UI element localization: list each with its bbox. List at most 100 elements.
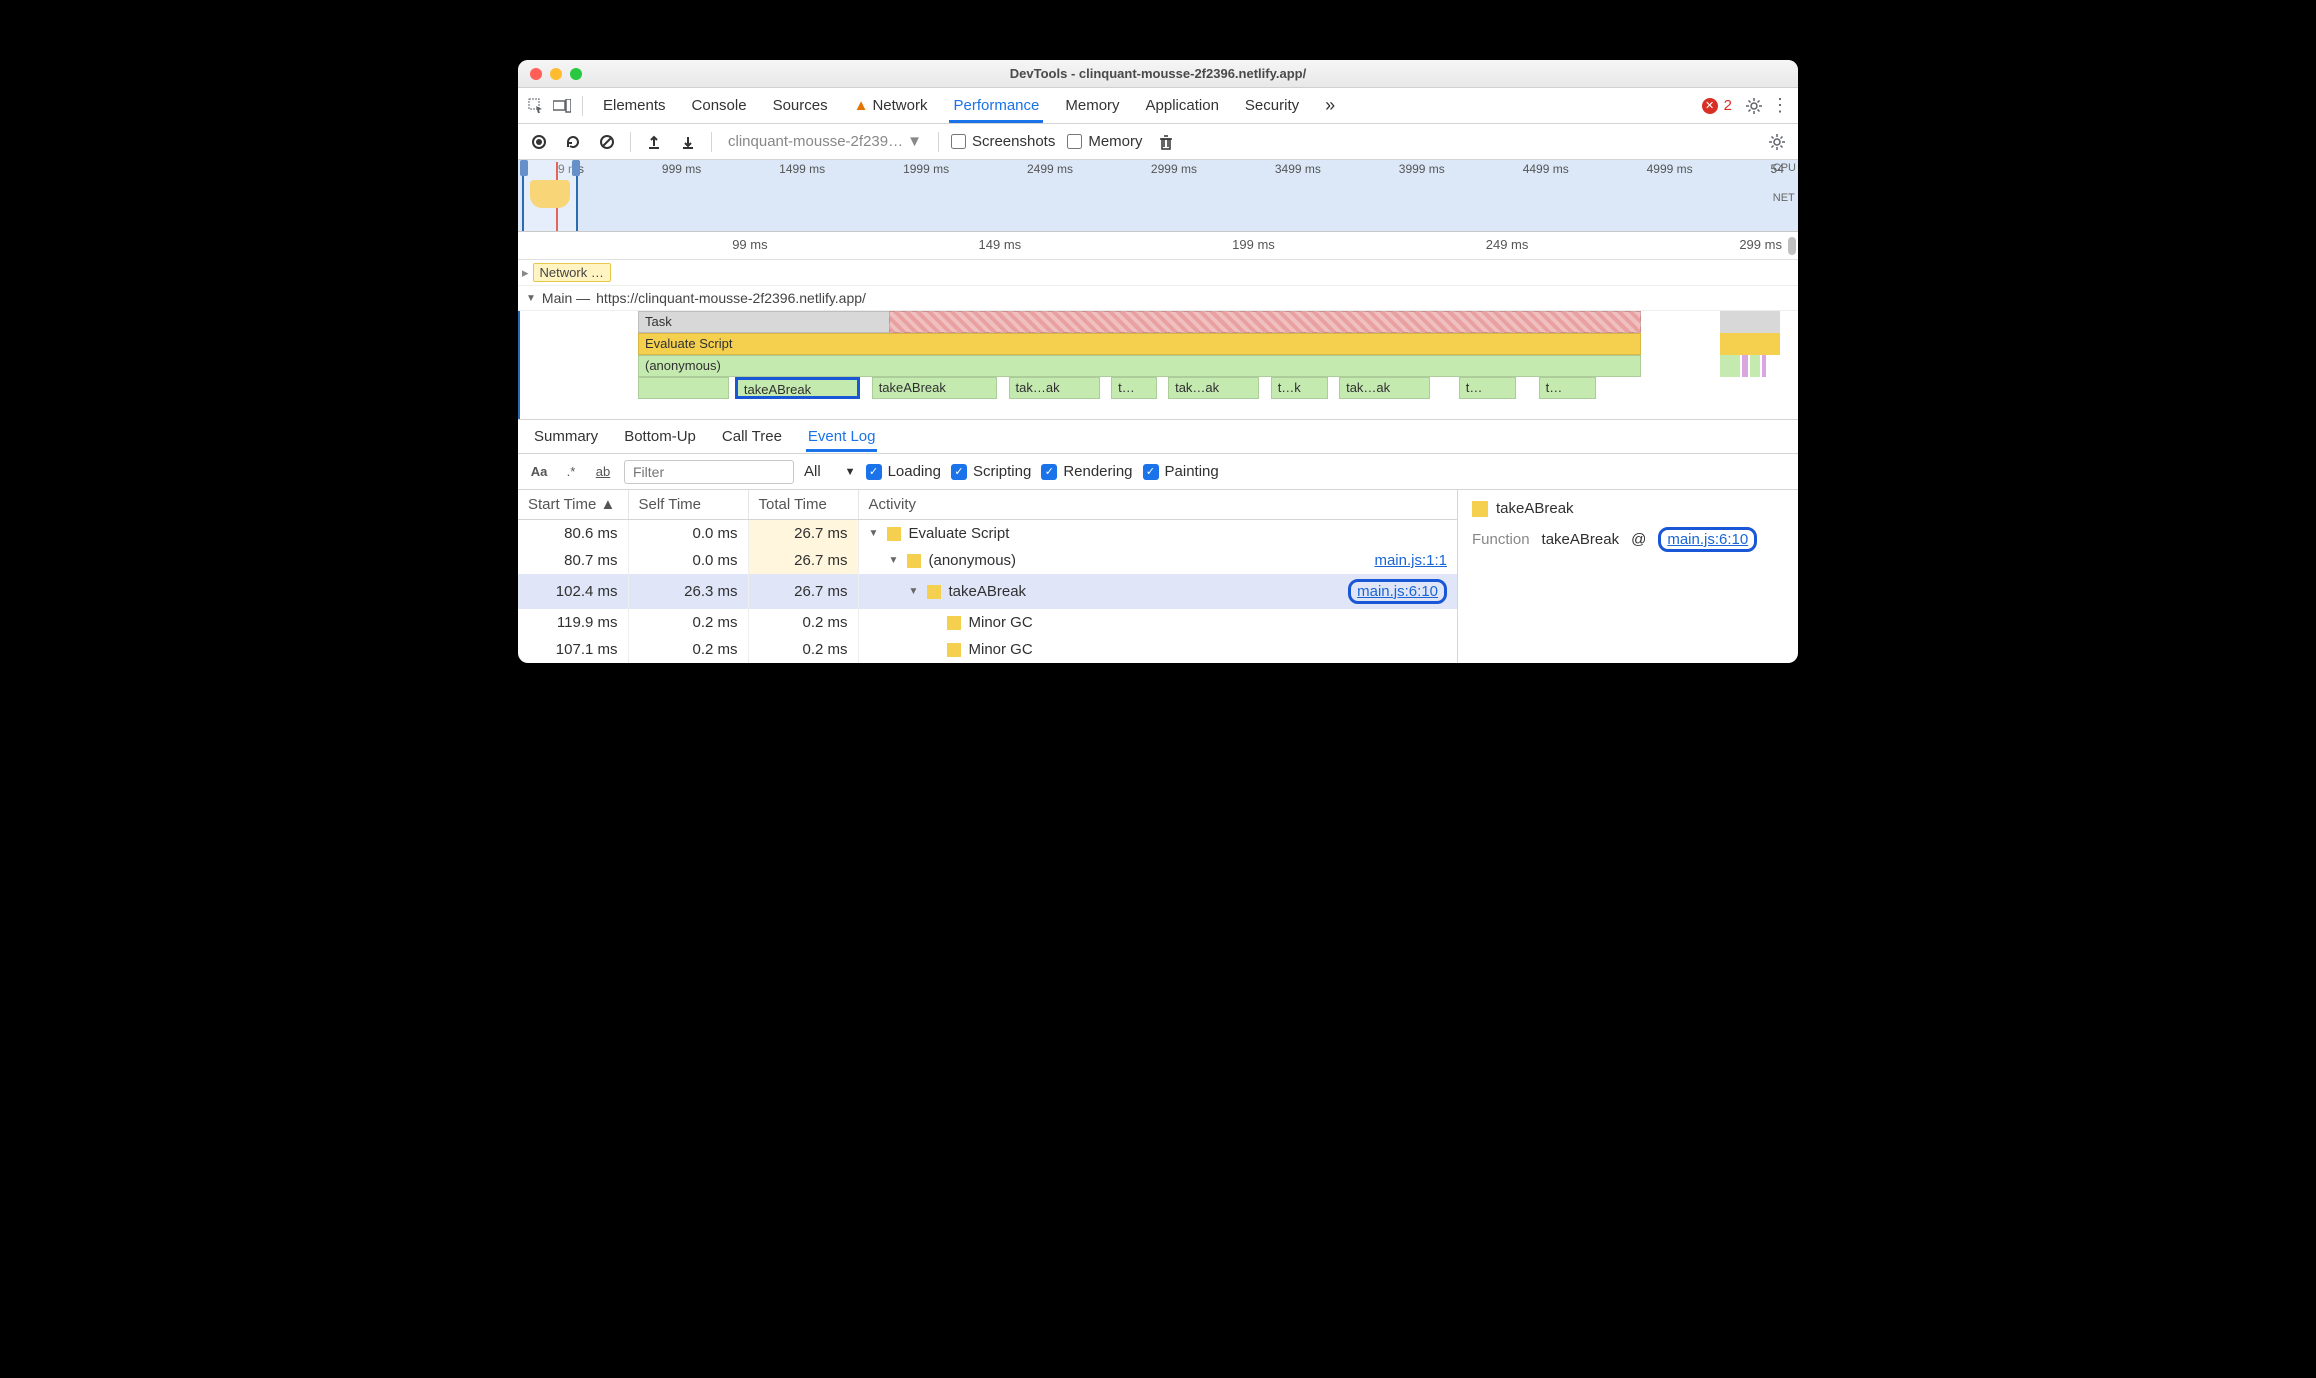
detail-timeline[interactable]: 99 ms149 ms199 ms249 ms299 ms [518, 232, 1798, 260]
flame-call-selected[interactable]: takeABreak [735, 377, 860, 399]
flame-call[interactable]: takeABreak [872, 377, 997, 399]
selection-handle-right[interactable] [572, 160, 580, 176]
selection-handle-left[interactable] [520, 160, 528, 176]
chevron-down-icon: ▼ [845, 466, 856, 478]
activity-color-icon [907, 554, 921, 568]
flame-chart[interactable]: Task Evaluate Script (anonymous) takeABr… [518, 311, 1798, 420]
filter-scripting[interactable]: ✓Scripting [951, 463, 1031, 480]
screenshots-checkbox[interactable]: Screenshots [951, 133, 1055, 150]
clear-icon[interactable] [596, 131, 618, 153]
memory-checkbox[interactable]: Memory [1067, 133, 1142, 150]
function-source-link[interactable]: main.js:6:10 [1658, 527, 1757, 552]
titlebar: DevTools - clinquant-mousse-2f2396.netli… [518, 60, 1798, 88]
table-row[interactable]: 80.7 ms0.0 ms26.7 ms▼(anonymous)main.js:… [518, 547, 1457, 574]
case-icon[interactable]: Aa [528, 464, 550, 479]
tabs-overflow[interactable]: » [1313, 87, 1347, 124]
function-name: takeABreak [1542, 531, 1620, 548]
tab-console[interactable]: Console [680, 89, 759, 122]
tab-application[interactable]: Application [1134, 89, 1231, 122]
main-thread-header[interactable]: ▼ Main — https://clinquant-mousse-2f2396… [518, 286, 1798, 311]
expand-icon[interactable]: ▼ [889, 555, 899, 566]
tab-network[interactable]: ▲Network [842, 89, 940, 122]
flame-eval[interactable]: Evaluate Script [638, 333, 1641, 355]
flame-call[interactable]: tak…ak [1168, 377, 1259, 399]
flame-call[interactable]: tak…ak [1009, 377, 1100, 399]
filter-input[interactable] [624, 460, 794, 484]
zoom-icon[interactable] [570, 68, 582, 80]
regex-icon[interactable]: .* [560, 464, 582, 479]
error-count: 2 [1724, 97, 1732, 114]
dtab-summary[interactable]: Summary [532, 422, 600, 451]
wholeword-icon[interactable]: ab [592, 464, 614, 479]
at-symbol: @ [1631, 531, 1646, 548]
script-color-icon [1472, 501, 1488, 517]
expand-icon[interactable]: ▼ [869, 528, 879, 539]
tab-sources[interactable]: Sources [761, 89, 840, 122]
network-track[interactable]: ▸ Network … [518, 260, 1798, 286]
table-row[interactable]: 107.1 ms0.2 ms0.2 msMinor GC [518, 636, 1457, 663]
col-total[interactable]: Total Time [748, 490, 858, 520]
collapse-icon[interactable]: ▼ [526, 293, 536, 304]
source-link[interactable]: main.js:1:1 [1374, 552, 1447, 569]
close-icon[interactable] [530, 68, 542, 80]
tab-performance[interactable]: Performance [941, 89, 1051, 122]
filter-painting[interactable]: ✓Painting [1143, 463, 1219, 480]
filter-loading[interactable]: ✓Loading [866, 463, 941, 480]
activity-label: takeABreak [949, 583, 1027, 600]
profile-select[interactable]: clinquant-mousse-2f239…▼ [724, 131, 926, 152]
flame-call[interactable]: t… [1539, 377, 1596, 399]
flame-anon[interactable]: (anonymous) [638, 355, 1641, 377]
detail-tabs: Summary Bottom-Up Call Tree Event Log [518, 420, 1798, 454]
memory-label: Memory [1088, 133, 1142, 150]
error-badge[interactable]: ✕ 2 [1702, 97, 1732, 114]
source-link[interactable]: main.js:6:10 [1348, 579, 1447, 604]
dtab-calltree[interactable]: Call Tree [720, 422, 784, 451]
flame-sidecluster [1720, 311, 1790, 411]
overview-timeline[interactable]: 9 ms999 ms1499 ms1999 ms2499 ms2999 ms34… [518, 160, 1798, 232]
devtools-window: DevTools - clinquant-mousse-2f2396.netli… [518, 60, 1798, 663]
overview-selection[interactable] [522, 160, 578, 231]
flame-call[interactable]: t…k [1271, 377, 1328, 399]
device-icon[interactable] [550, 94, 574, 118]
sort-asc-icon: ▲ [601, 496, 616, 513]
tab-security[interactable]: Security [1233, 89, 1311, 122]
split-body: Start Time ▲ Self Time Total Time Activi… [518, 490, 1798, 663]
expand-icon[interactable]: ▸ [522, 265, 529, 281]
filter-row: Aa .* ab All▼ ✓Loading ✓Scripting ✓Rende… [518, 454, 1798, 490]
col-start[interactable]: Start Time ▲ [518, 490, 628, 520]
table-row[interactable]: 102.4 ms26.3 ms26.7 ms▼takeABreakmain.js… [518, 574, 1457, 609]
dtab-eventlog[interactable]: Event Log [806, 422, 878, 451]
record-icon[interactable] [528, 131, 550, 153]
kebab-icon[interactable]: ⋮ [1768, 94, 1792, 118]
detail-title-text: takeABreak [1496, 500, 1574, 517]
inspect-icon[interactable] [524, 94, 548, 118]
flame-call[interactable]: t… [1111, 377, 1157, 399]
flame-call[interactable]: t… [1459, 377, 1516, 399]
dtab-bottomup[interactable]: Bottom-Up [622, 422, 698, 451]
col-self[interactable]: Self Time [628, 490, 748, 520]
flame-call[interactable]: tak…ak [1339, 377, 1430, 399]
upload-icon[interactable] [643, 131, 665, 153]
col-activity[interactable]: Activity [858, 490, 1457, 520]
download-icon[interactable] [677, 131, 699, 153]
flame-longtask [889, 311, 1641, 333]
activity-color-icon [947, 616, 961, 630]
expand-icon[interactable]: ▼ [909, 586, 919, 597]
scrollbar-thumb[interactable] [1788, 237, 1796, 255]
gear-icon[interactable] [1742, 94, 1766, 118]
warning-icon: ▲ [854, 97, 869, 114]
traffic-lights [518, 68, 582, 80]
tab-elements[interactable]: Elements [591, 89, 678, 122]
table-row[interactable]: 80.6 ms0.0 ms26.7 ms▼Evaluate Script [518, 520, 1457, 548]
minimize-icon[interactable] [550, 68, 562, 80]
reload-icon[interactable] [562, 131, 584, 153]
settings-gear-icon[interactable] [1766, 131, 1788, 153]
filter-rendering[interactable]: ✓Rendering [1041, 463, 1132, 480]
table-row[interactable]: 119.9 ms0.2 ms0.2 msMinor GC [518, 609, 1457, 636]
net-label: NET [1773, 192, 1796, 204]
network-label: Network … [533, 263, 611, 282]
detail-pane: takeABreak Function takeABreak @ main.js… [1458, 490, 1798, 663]
tab-memory[interactable]: Memory [1053, 89, 1131, 122]
filter-all-select[interactable]: All▼ [804, 463, 856, 480]
gc-icon[interactable] [1155, 131, 1177, 153]
